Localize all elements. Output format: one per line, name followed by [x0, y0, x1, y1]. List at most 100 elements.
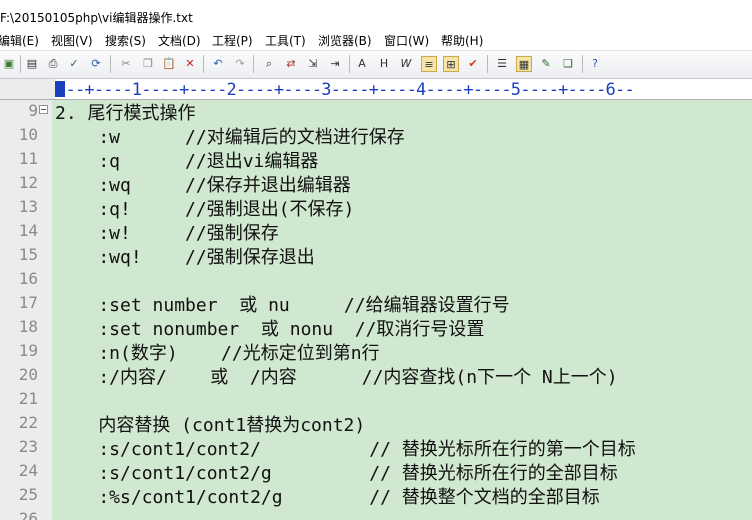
font-icon[interactable]: A: [354, 56, 370, 72]
spell-check-icon[interactable]: ✓: [66, 56, 82, 72]
line-number: 15: [18, 245, 38, 264]
menu-browser[interactable]: 浏览器(B): [318, 32, 372, 49]
print-preview-icon[interactable]: ▤: [24, 56, 40, 72]
line-text: :/内容/ 或 /内容 //内容查找(n下一个 N上一个): [55, 367, 618, 388]
line-number: 23: [18, 437, 38, 456]
line-text: :w //对编辑后的文档进行保存: [55, 127, 405, 148]
title-bar: F:\20150105php\vi编辑器操作.txt: [0, 0, 752, 30]
column-mode-icon[interactable]: ⊞: [443, 56, 459, 72]
line-number: 26: [18, 509, 38, 520]
line-text: :set number 或 nu //给编辑器设置行号: [55, 295, 510, 316]
editor-line[interactable]: 17 :set number 或 nu //给编辑器设置行号: [0, 292, 752, 316]
list-icon[interactable]: ☰: [494, 56, 510, 72]
line-text: :set nonumber 或 nonu //取消行号设置: [55, 319, 485, 340]
line-number: 10: [18, 125, 38, 144]
line-number: 19: [18, 341, 38, 360]
line-text: 2. 尾行模式操作: [55, 103, 196, 124]
new-file-icon[interactable]: ▣: [1, 56, 17, 72]
menu-help[interactable]: 帮助(H): [441, 32, 483, 49]
toolbar-separator: [110, 55, 111, 73]
menu-project[interactable]: 工程(P): [212, 32, 253, 49]
line-text: :n(数字) //光标定位到第n行: [55, 343, 380, 364]
menu-search[interactable]: 搜索(S): [105, 32, 146, 49]
editor-line[interactable]: 19 :n(数字) //光标定位到第n行: [0, 340, 752, 364]
redo-icon[interactable]: ↷: [232, 56, 248, 72]
window-icon[interactable]: ❏: [560, 56, 576, 72]
toolbar-separator: [582, 55, 583, 73]
goto-icon[interactable]: ⇲: [305, 56, 321, 72]
text-editor[interactable]: 9 2. 尾行模式操作 10 :w //对编辑后的文档进行保存 11 :q //退出v…: [0, 100, 752, 520]
editor-line[interactable]: 26: [0, 508, 752, 520]
hex-icon[interactable]: H: [376, 56, 392, 72]
line-text: :s/cont1/cont2/ // 替换光标所在行的第一个目标: [55, 439, 636, 460]
cut-icon[interactable]: ✂: [118, 56, 134, 72]
ruler-scale: ---+----1----+----2----+----3----+----4-…: [56, 80, 635, 100]
toolbar-separator: [349, 55, 350, 73]
editor-line[interactable]: 21: [0, 388, 752, 412]
line-number: 13: [18, 197, 38, 216]
line-number: 11: [18, 149, 38, 168]
line-text: :q //退出vi编辑器: [55, 151, 319, 172]
line-number: 14: [18, 221, 38, 240]
toolbar: ▣ ▤ ⎙ ✓ ⟳ ✂ ❐ 📋 ✕ ↶ ↷ ⌕ ⇄ ⇲ ⇥ A H W ≡ ⊞ …: [0, 51, 752, 79]
editor-line[interactable]: 12 :wq //保存并退出编辑器: [0, 172, 752, 196]
help-icon[interactable]: ?: [587, 56, 603, 72]
editor-line[interactable]: 9 2. 尾行模式操作: [0, 100, 752, 124]
editor-line[interactable]: 10 :w //对编辑后的文档进行保存: [0, 124, 752, 148]
find-icon[interactable]: ⌕: [261, 56, 277, 72]
menu-edit[interactable]: 编辑(E): [0, 32, 39, 49]
editor-line[interactable]: 20 :/内容/ 或 /内容 //内容查找(n下一个 N上一个): [0, 364, 752, 388]
edit-icon[interactable]: ✎: [538, 56, 554, 72]
delete-icon[interactable]: ✕: [182, 56, 198, 72]
editor-line[interactable]: 22 内容替换 (cont1替换为cont2): [0, 412, 752, 436]
line-number: 21: [18, 389, 38, 408]
editor-line[interactable]: 15 :wq! //强制保存退出: [0, 244, 752, 268]
line-number: 20: [18, 365, 38, 384]
paste-icon[interactable]: 📋: [161, 56, 177, 72]
print-icon[interactable]: ⎙: [45, 56, 61, 72]
toolbar-separator: [20, 55, 21, 73]
line-number: 24: [18, 461, 38, 480]
check-icon[interactable]: ✔: [465, 56, 481, 72]
line-number: 17: [18, 293, 38, 312]
line-text: :w! //强制保存: [55, 223, 279, 244]
editor-line[interactable]: 18 :set nonumber 或 nonu //取消行号设置: [0, 316, 752, 340]
column-ruler: ---+----1----+----2----+----3----+----4-…: [0, 79, 752, 100]
line-text: :s/cont1/cont2/g // 替换光标所在行的全部目标: [55, 463, 618, 484]
editor-line[interactable]: 11 :q //退出vi编辑器: [0, 148, 752, 172]
line-number: 18: [18, 317, 38, 336]
editor-line[interactable]: 13 :q! //强制退出(不保存): [0, 196, 752, 220]
menu-tools[interactable]: 工具(T): [265, 32, 306, 49]
replace-icon[interactable]: ⇄: [283, 56, 299, 72]
toolbar-separator: [203, 55, 204, 73]
toggle-icon[interactable]: ≡: [421, 56, 437, 72]
editor-line[interactable]: 25 :%s/cont1/cont2/g // 替换整个文档的全部目标: [0, 484, 752, 508]
line-text: :wq! //强制保存退出: [55, 247, 315, 268]
line-text: 内容替换 (cont1替换为cont2): [55, 415, 366, 436]
line-text: :%s/cont1/cont2/g // 替换整个文档的全部目标: [55, 487, 600, 508]
line-text: :wq //保存并退出编辑器: [55, 175, 351, 196]
copy-icon[interactable]: ❐: [140, 56, 156, 72]
menu-window[interactable]: 窗口(W): [384, 32, 429, 49]
line-number: 25: [18, 485, 38, 504]
editor-line[interactable]: 16: [0, 268, 752, 292]
toolbar-separator: [487, 55, 488, 73]
line-number: 22: [18, 413, 38, 432]
word-wrap-icon[interactable]: W: [398, 56, 414, 72]
toolbar-separator: [253, 55, 254, 73]
line-text: :q! //强制退出(不保存): [55, 199, 355, 220]
indent-icon[interactable]: ⇥: [327, 56, 343, 72]
fold-toggle-icon[interactable]: [39, 105, 48, 114]
refresh-icon[interactable]: ⟳: [88, 56, 104, 72]
editor-line[interactable]: 24 :s/cont1/cont2/g // 替换光标所在行的全部目标: [0, 460, 752, 484]
ruler-gutter: [0, 79, 55, 99]
line-number: 16: [18, 269, 38, 288]
undo-icon[interactable]: ↶: [210, 56, 226, 72]
editor-line[interactable]: 14 :w! //强制保存: [0, 220, 752, 244]
menu-view[interactable]: 视图(V): [51, 32, 93, 49]
menu-bar: 编辑(E) 视图(V) 搜索(S) 文档(D) 工程(P) 工具(T) 浏览器(…: [0, 30, 752, 51]
editor-line[interactable]: 23 :s/cont1/cont2/ // 替换光标所在行的第一个目标: [0, 436, 752, 460]
line-number: 9: [28, 101, 38, 120]
menu-document[interactable]: 文档(D): [158, 32, 201, 49]
ruler-icon[interactable]: ▦: [516, 56, 532, 72]
